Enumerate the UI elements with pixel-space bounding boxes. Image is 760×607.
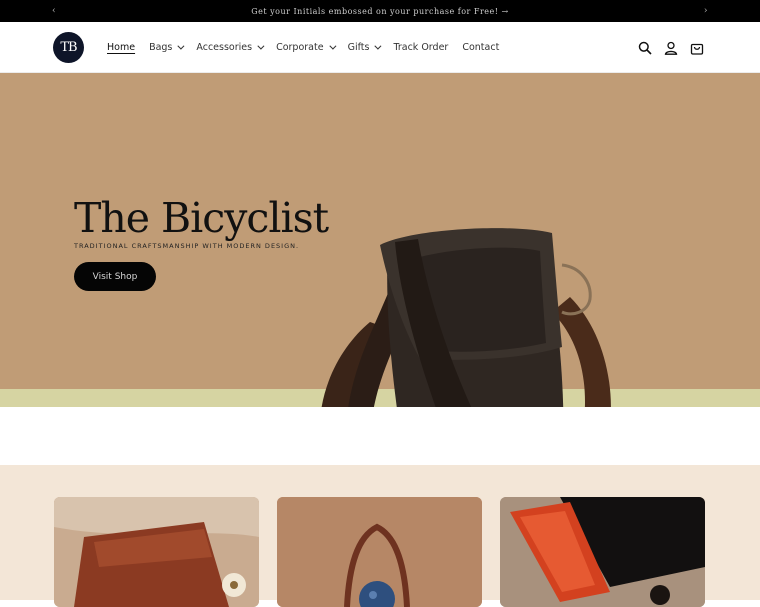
cart-icon[interactable] <box>690 41 704 55</box>
main-nav: Home Bags Accessories Corporate Gifts Tr… <box>107 22 513 73</box>
nav-accessories-label: Accessories <box>196 42 253 53</box>
nav-bags[interactable]: Bags <box>149 42 185 53</box>
account-icon[interactable] <box>664 41 678 55</box>
nav-accessories[interactable]: Accessories <box>196 42 265 53</box>
spacer-section <box>0 407 760 465</box>
nav-gifts[interactable]: Gifts <box>347 42 382 53</box>
product-image <box>277 497 482 607</box>
announcement-bar: ‹ Get your Initials embossed on your pur… <box>0 0 760 22</box>
header-icons <box>638 22 704 73</box>
chevron-down-icon <box>328 42 337 50</box>
announcement-prev-arrow[interactable]: ‹ <box>52 0 56 22</box>
chevron-down-icon <box>177 42 185 50</box>
hero-subtitle: TRADITIONAL CRAFTSMANSHIP WITH MODERN DE… <box>74 242 300 250</box>
nav-home[interactable]: Home <box>107 42 135 53</box>
announcement-next-arrow[interactable]: › <box>704 0 708 22</box>
hero-banner: The Bicyclist TRADITIONAL CRAFTSMANSHIP … <box>0 73 760 407</box>
nav-contact-label: Contact <box>462 42 500 53</box>
site-header: TB Home Bags Accessories Corporate Gifts… <box>0 22 760 73</box>
search-icon[interactable] <box>638 41 652 55</box>
brand-logo[interactable]: TB <box>53 32 84 63</box>
hero-title: The Bicyclist <box>74 194 329 242</box>
nav-bags-label: Bags <box>149 42 173 53</box>
collection-section <box>0 465 760 607</box>
nav-corporate[interactable]: Corporate <box>276 42 337 53</box>
collection-card[interactable] <box>500 497 705 607</box>
product-image <box>54 497 259 607</box>
product-image <box>500 497 705 607</box>
logo-text: TB <box>60 40 77 55</box>
nav-home-label: Home <box>107 42 136 53</box>
bag-image <box>321 228 611 407</box>
nav-track-order[interactable]: Track Order <box>393 42 448 53</box>
nav-corporate-label: Corporate <box>276 42 324 53</box>
nav-contact[interactable]: Contact <box>462 42 499 53</box>
visit-shop-button[interactable]: Visit Shop <box>74 262 156 291</box>
chevron-down-icon <box>257 42 265 50</box>
announcement-text[interactable]: Get your Initials embossed on your purch… <box>251 7 508 16</box>
nav-gifts-label: Gifts <box>347 42 370 53</box>
collection-card[interactable] <box>277 497 482 607</box>
chevron-down-icon <box>374 42 382 50</box>
collection-card[interactable] <box>54 497 259 607</box>
nav-track-order-label: Track Order <box>393 42 449 53</box>
